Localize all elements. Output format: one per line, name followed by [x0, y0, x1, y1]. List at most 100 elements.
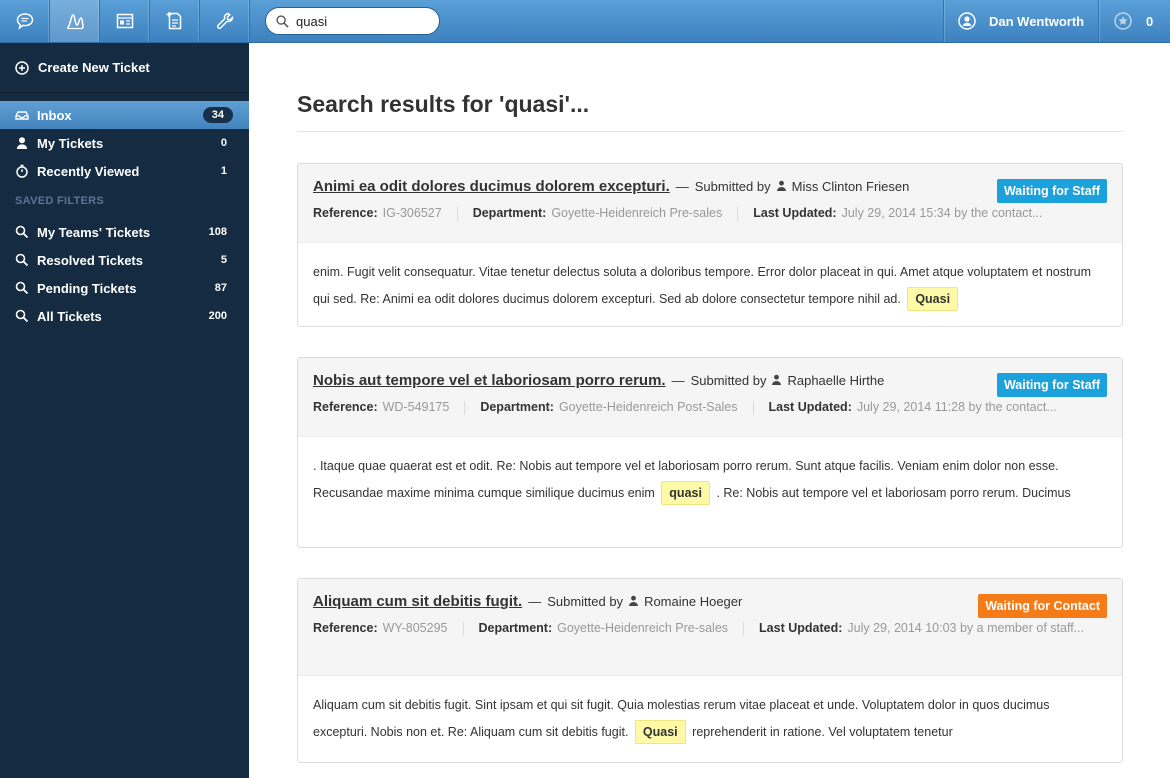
updated-value: July 29, 2014 11:28 by the contact... — [856, 400, 1057, 414]
search-result-card: Nobis aut tempore vel et laboriosam porr… — [297, 357, 1123, 548]
result-title-link[interactable]: Aliquam cum sit debitis fugit. — [313, 593, 522, 610]
meta-divider — [464, 401, 466, 415]
nav-icons — [0, 0, 250, 42]
result-header: Animi ea odit dolores ducimus dolorem ex… — [298, 164, 1122, 243]
sidebar-item-label: Resolved Tickets — [37, 252, 143, 268]
reference-label: Reference: — [313, 621, 378, 635]
department-value: Goyette-Heidenreich Pre-sales — [551, 206, 723, 220]
sidebar-item-count: 0 — [220, 137, 227, 149]
dash-separator: — — [528, 594, 542, 609]
result-meta: Reference: WD-549175 Department: Goyette… — [313, 399, 1107, 416]
nav-chat-button[interactable] — [0, 0, 50, 42]
dash-separator: — — [675, 179, 689, 194]
submitter-name: Miss Clinton Friesen — [791, 179, 910, 194]
department-label: Department: — [478, 621, 553, 635]
meta-divider — [752, 401, 754, 415]
sidebar: Create New Ticket Inbox 34 My Tickets 0 … — [0, 43, 249, 778]
sidebar-item-count: 34 — [202, 107, 233, 123]
result-meta: Reference: WY-805295 Department: Goyette… — [313, 620, 1107, 637]
wrench-icon — [216, 12, 233, 29]
updated-label: Last Updated: — [753, 206, 837, 220]
plus-circle-icon — [15, 60, 29, 75]
person-icon — [772, 374, 782, 385]
stopwatch-icon — [16, 164, 28, 178]
search-icon — [15, 253, 29, 267]
sidebar-item-count: 1 — [220, 165, 227, 177]
sidebar-item-my-tickets[interactable]: My Tickets 0 — [0, 129, 249, 157]
sidebar-filter-all-tickets[interactable]: All Tickets 200 — [0, 302, 249, 330]
sidebar-item-label: Recently Viewed — [37, 163, 140, 179]
chat-icon — [16, 13, 33, 30]
search-icon — [15, 309, 29, 323]
reference-value: WD-549175 — [382, 400, 450, 414]
avatar-icon — [958, 12, 976, 30]
result-header: Nobis aut tempore vel et laboriosam porr… — [298, 358, 1122, 437]
submitter-name: Raphaelle Hirthe — [787, 373, 885, 388]
result-header: Aliquam cum sit debitis fugit. — Submitt… — [298, 579, 1122, 676]
meta-divider — [456, 207, 458, 221]
page-title: Search results for 'quasi'... — [297, 91, 590, 117]
nav-new-document-button[interactable] — [150, 0, 200, 42]
person-icon — [629, 595, 639, 606]
status-badge: Waiting for Contact — [978, 594, 1107, 618]
result-excerpt: enim. Fugit velit consequatur. Vitae ten… — [298, 243, 1122, 329]
submitted-by-label: Submitted by — [694, 179, 771, 194]
updated-label: Last Updated: — [759, 621, 843, 635]
search-icon — [15, 281, 29, 295]
nav-tickets-button[interactable] — [100, 0, 150, 42]
result-title-line: Nobis aut tempore vel et laboriosam porr… — [313, 372, 1107, 389]
sidebar-item-count: 108 — [208, 226, 227, 238]
divider — [297, 131, 1123, 132]
sidebar-filter-pending-tickets[interactable]: Pending Tickets 87 — [0, 274, 249, 302]
user-menu[interactable]: Dan Wentworth — [943, 0, 1098, 42]
reference-value: WY-805295 — [382, 621, 448, 635]
nav-stats-button[interactable] — [50, 0, 100, 42]
sidebar-item-label: My Teams' Tickets — [37, 224, 151, 240]
updated-label: Last Updated: — [768, 400, 852, 414]
result-excerpt: Aliquam cum sit debitis fugit. Sint ipsa… — [298, 676, 1122, 762]
sidebar-item-count: 200 — [208, 310, 227, 322]
updated-value: July 29, 2014 15:34 by the contact... — [841, 206, 1043, 220]
sidebar-item-recently-viewed[interactable]: Recently Viewed 1 — [0, 157, 249, 185]
search-input[interactable] — [296, 13, 426, 29]
search-highlight: quasi — [661, 481, 710, 505]
sidebar-item-count: 87 — [214, 282, 227, 294]
person-icon — [776, 180, 786, 191]
user-icon — [16, 137, 28, 149]
sidebar-item-inbox[interactable]: Inbox 34 — [0, 101, 249, 129]
search-highlight: Quasi — [907, 287, 959, 311]
department-label: Department: — [472, 206, 547, 220]
star-count: 0 — [1146, 13, 1154, 29]
top-bar: Dan Wentworth 0 — [0, 0, 1170, 43]
sidebar-filter-resolved-tickets[interactable]: Resolved Tickets 5 — [0, 246, 249, 274]
search-result-card: Aliquam cum sit debitis fugit. — Submitt… — [297, 578, 1123, 763]
sidebar-filter-my-teams-tickets[interactable]: My Teams' Tickets 108 — [0, 218, 249, 246]
department-label: Department: — [480, 400, 554, 414]
status-badge: Waiting for Staff — [996, 179, 1107, 203]
reference-label: Reference: — [313, 206, 378, 220]
sidebar-item-label: All Tickets — [37, 308, 102, 324]
reference-value: IG-306527 — [382, 206, 442, 220]
star-counter[interactable]: 0 — [1098, 0, 1170, 42]
search-result-card: Animi ea odit dolores ducimus dolorem ex… — [297, 163, 1123, 327]
result-title-link[interactable]: Nobis aut tempore vel et laboriosam porr… — [313, 372, 666, 389]
star-icon — [1114, 12, 1132, 30]
excerpt-text: reprehenderit in ratione. Vel voluptatem… — [692, 725, 953, 739]
submitter-name: Romaine Hoeger — [644, 594, 743, 609]
create-ticket-label: Create New Ticket — [38, 60, 150, 75]
department-value: Goyette-Heidenreich Post-Sales — [558, 400, 738, 414]
status-badge: Waiting for Staff — [996, 373, 1107, 397]
nav-settings-button[interactable] — [200, 0, 250, 42]
search-highlight: Quasi — [634, 720, 686, 744]
search-box[interactable] — [265, 7, 440, 35]
dash-separator: — — [671, 373, 685, 388]
sidebar-item-label: Inbox — [37, 107, 72, 123]
result-title-link[interactable]: Animi ea odit dolores ducimus dolorem ex… — [313, 178, 670, 195]
sidebar-item-count: 5 — [220, 254, 227, 266]
result-meta: Reference: IG-306527 Department: Goyette… — [313, 205, 1107, 222]
new-document-icon — [166, 12, 181, 30]
meta-divider — [743, 622, 745, 636]
search-icon — [15, 225, 29, 239]
sidebar-item-label: Pending Tickets — [37, 280, 137, 296]
create-ticket-button[interactable]: Create New Ticket — [0, 43, 249, 93]
